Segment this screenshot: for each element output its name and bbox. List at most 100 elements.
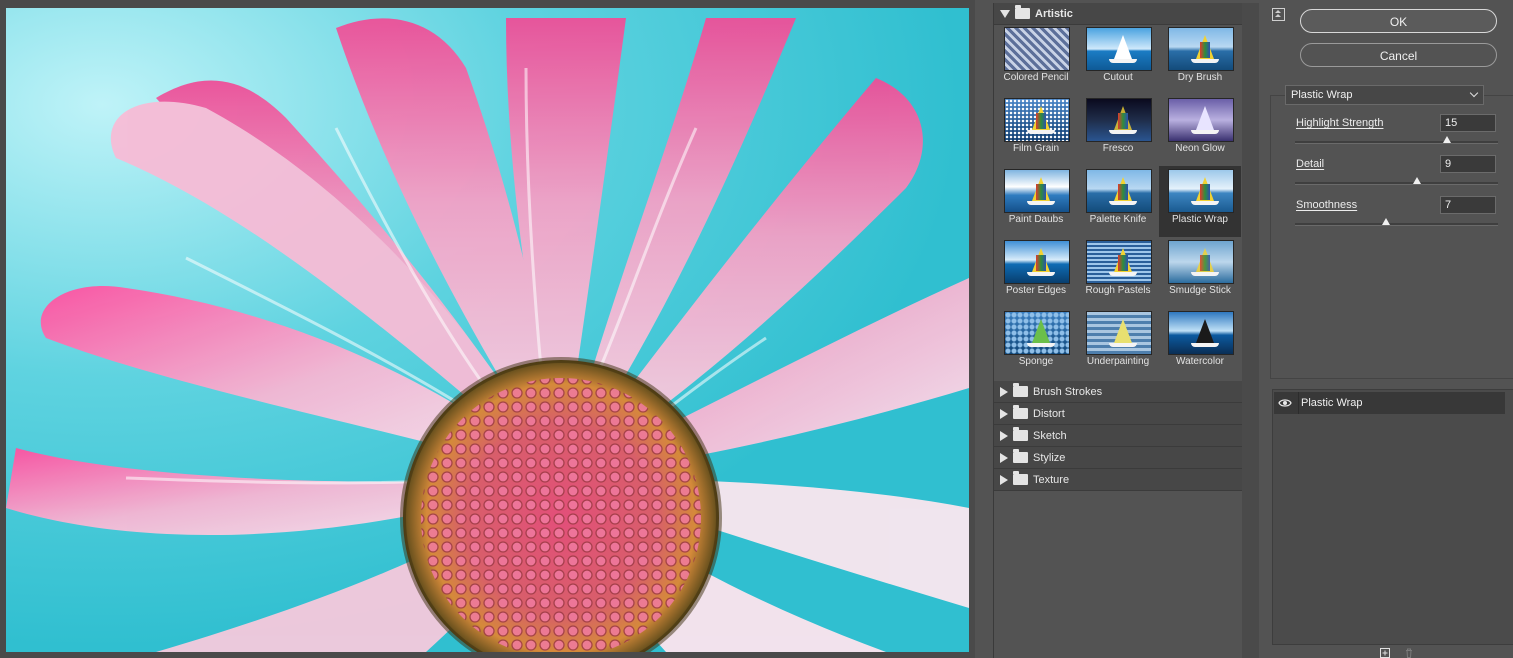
expand-triangle-icon (1000, 9, 1010, 18)
filter-plastic-wrap[interactable]: Plastic Wrap (1159, 166, 1241, 237)
cancel-button[interactable]: Cancel (1300, 43, 1497, 67)
group-distort[interactable]: Distort (994, 403, 1242, 425)
flower-image (6, 18, 969, 652)
collapse-panel-icon[interactable] (1272, 8, 1285, 21)
expand-triangle-icon (1000, 474, 1008, 485)
filter-label: Rough Pastels (1085, 285, 1151, 296)
folder-icon (1013, 427, 1028, 441)
filter-paint-daubs[interactable]: Paint Daubs (995, 166, 1077, 237)
filter-thumbnail (1086, 240, 1152, 284)
filter-cutout[interactable]: Cutout (1077, 24, 1159, 95)
filter-poster-edges[interactable]: Poster Edges (995, 237, 1077, 308)
gallery-scrollbar[interactable] (1242, 3, 1259, 658)
detail-label: Detail (1296, 158, 1325, 170)
filter-thumbnail (1086, 311, 1152, 355)
filter-palette-knife[interactable]: Palette Knife (1077, 166, 1159, 237)
filter-select-value: Plastic Wrap (1291, 89, 1353, 101)
group-label: Distort (1033, 407, 1065, 420)
filter-label: Fresco (1102, 143, 1134, 154)
folder-icon (1013, 449, 1028, 463)
smoothness-slider[interactable] (1295, 218, 1498, 226)
filter-dry-brush[interactable]: Dry Brush (1159, 24, 1241, 95)
filter-thumbnail (1086, 98, 1152, 142)
filter-thumbnail (1168, 240, 1234, 284)
folder-icon (1015, 5, 1030, 19)
filter-thumbnail (1004, 98, 1070, 142)
group-sketch[interactable]: Sketch (994, 425, 1242, 447)
filter-neon-glow[interactable]: Neon Glow (1159, 95, 1241, 166)
filter-label: Sponge (1018, 356, 1054, 367)
layer-separator (1298, 392, 1299, 414)
effect-layer-row[interactable]: Plastic Wrap (1274, 392, 1505, 414)
highlight-strength-label: Highlight Strength (1296, 117, 1384, 129)
group-label: Sketch (1033, 429, 1067, 442)
filter-label: Film Grain (1012, 143, 1060, 154)
filter-thumbnail (1004, 311, 1070, 355)
smoothness-field[interactable]: 7 (1440, 196, 1496, 214)
highlight-strength-field[interactable]: 15 (1440, 114, 1496, 132)
detail-slider[interactable] (1295, 177, 1498, 185)
smoothness-label: Smoothness (1296, 199, 1358, 211)
expand-triangle-icon (1000, 452, 1008, 463)
folder-icon (1013, 471, 1028, 485)
filter-label: Plastic Wrap (1172, 214, 1228, 225)
filter-rough-pastels[interactable]: Rough Pastels (1077, 237, 1159, 308)
filter-thumbnail (1004, 27, 1070, 71)
filter-sponge[interactable]: Sponge (995, 308, 1077, 379)
highlight-strength-slider[interactable] (1295, 136, 1498, 144)
new-effect-layer-icon[interactable] (1380, 648, 1390, 658)
group-label: Brush Strokes (1033, 385, 1103, 398)
group-label: Stylize (1033, 451, 1066, 464)
filter-fresco[interactable]: Fresco (1077, 95, 1159, 166)
filter-smudge-stick[interactable]: Smudge Stick (1159, 237, 1241, 308)
group-brush-strokes[interactable]: Brush Strokes (994, 381, 1242, 403)
filter-settings-box (1270, 95, 1513, 379)
expand-triangle-icon (1000, 386, 1008, 397)
expand-triangle-icon (1000, 408, 1008, 419)
filter-thumbnail (1168, 311, 1234, 355)
trash-icon[interactable] (1404, 648, 1414, 658)
filter-thumbnail (1168, 27, 1234, 71)
group-label: Texture (1033, 473, 1070, 486)
filter-thumbnail (1004, 169, 1070, 213)
filter-watercolor[interactable]: Watercolor (1159, 308, 1241, 379)
filter-label: Cutout (1103, 72, 1133, 83)
layer-actions (1380, 648, 1420, 658)
slider-thumb[interactable] (1443, 136, 1452, 143)
slider-thumb[interactable] (1412, 177, 1421, 184)
folder-icon (1013, 383, 1028, 397)
filter-thumbnail (1004, 240, 1070, 284)
preview-footer (6, 652, 969, 658)
filter-label: Underpainting (1086, 356, 1150, 367)
filter-select-dropdown[interactable]: Plastic Wrap (1285, 85, 1484, 105)
filter-film-grain[interactable]: Film Grain (995, 95, 1077, 166)
folder-icon (1013, 405, 1028, 419)
preview-canvas[interactable] (6, 8, 969, 652)
filter-label: Palette Knife (1089, 214, 1147, 225)
eye-icon[interactable] (1278, 396, 1292, 410)
chevron-down-icon (1469, 88, 1479, 98)
filter-underpainting[interactable]: Underpainting (1077, 308, 1159, 379)
settings-panel: OK Cancel Plastic Wrap Highlight Strengt… (1260, 0, 1513, 658)
group-artistic[interactable]: Artistic (994, 3, 1242, 25)
group-texture[interactable]: Texture (994, 469, 1242, 491)
filter-thumbnail (1168, 169, 1234, 213)
filter-thumbnail (1086, 169, 1152, 213)
filter-label: Paint Daubs (1008, 214, 1064, 225)
group-label: Artistic (1035, 7, 1073, 20)
group-stylize[interactable]: Stylize (994, 447, 1242, 469)
effect-layer-name: Plastic Wrap (1301, 397, 1363, 409)
filter-label: Poster Edges (1005, 285, 1067, 296)
detail-field[interactable]: 9 (1440, 155, 1496, 173)
filter-colored-pencil[interactable]: Colored Pencil (995, 24, 1077, 95)
filter-gallery: Artistic Colored Pencil Cutout Dry Brush… (993, 3, 1261, 658)
filter-thumbnail (1086, 27, 1152, 71)
filter-thumbnail (1168, 98, 1234, 142)
ok-button[interactable]: OK (1300, 9, 1497, 33)
effect-layers-list: Plastic Wrap (1272, 389, 1513, 645)
filter-label: Colored Pencil (1003, 72, 1069, 83)
slider-thumb[interactable] (1382, 218, 1391, 225)
filter-label: Dry Brush (1177, 72, 1223, 83)
filter-label: Smudge Stick (1169, 285, 1231, 296)
expand-triangle-icon (1000, 430, 1008, 441)
